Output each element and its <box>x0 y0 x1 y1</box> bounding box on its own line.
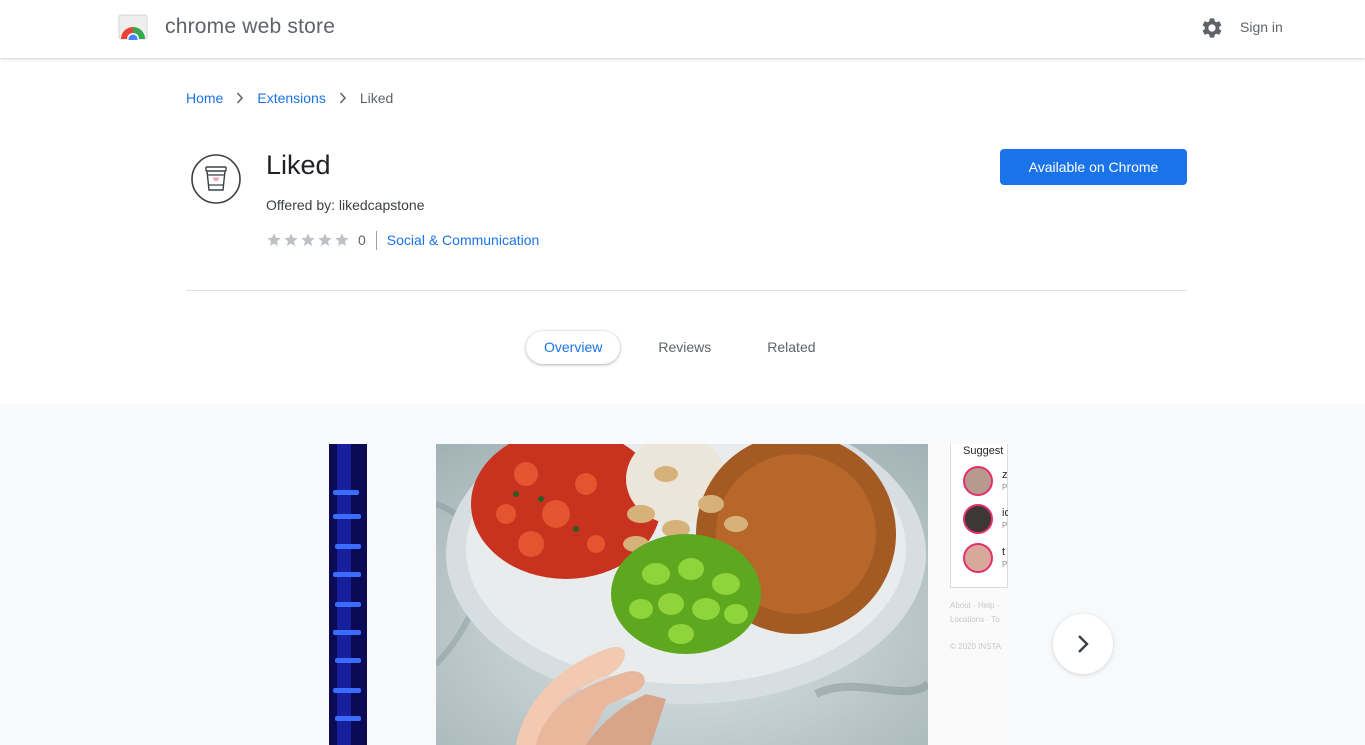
main-screenshot[interactable] <box>436 444 928 745</box>
tab-overview[interactable]: Overview <box>526 331 621 364</box>
suggestions-title: Suggest <box>963 445 1004 457</box>
star-empty-icon[interactable] <box>334 232 350 248</box>
avatar <box>963 504 993 534</box>
tab-bar: Overview Reviews Related <box>526 331 854 364</box>
star-empty-icon[interactable] <box>266 232 282 248</box>
offered-by: Offered by: likedcapstone <box>266 197 425 213</box>
star-empty-icon[interactable] <box>300 232 316 248</box>
suggested-user-name: z <box>1002 469 1008 481</box>
suggested-user-sub: P <box>1002 521 1008 530</box>
breadcrumb-home[interactable]: Home <box>186 90 223 106</box>
sign-in-link[interactable]: Sign in <box>1240 19 1283 35</box>
star-empty-icon[interactable] <box>283 232 299 248</box>
breadcrumb-extensions[interactable]: Extensions <box>257 90 325 106</box>
next-slide-button[interactable] <box>1053 614 1113 674</box>
top-bar: chrome web store Sign in <box>0 0 1365 58</box>
chevron-right-icon <box>1078 635 1089 653</box>
suggested-user: ic P <box>963 504 1008 534</box>
suggested-user: z P <box>963 466 1008 496</box>
suggested-user-sub: P <box>1002 483 1008 492</box>
suggested-user: t P <box>963 543 1008 573</box>
suggested-user-name: t <box>1002 546 1006 558</box>
chevron-right-icon <box>237 92 244 104</box>
rating-count[interactable]: 0 <box>358 232 366 248</box>
tab-reviews[interactable]: Reviews <box>640 331 729 364</box>
footer-links: Locations · To <box>950 615 1000 624</box>
avatar <box>963 466 993 496</box>
category-link[interactable]: Social & Communication <box>387 232 540 248</box>
screenshot-gallery: Suggest z P ic P t P About · Help · Loca… <box>0 404 1365 745</box>
avatar <box>963 543 993 573</box>
breadcrumb: Home Extensions Liked <box>186 90 393 106</box>
tab-related[interactable]: Related <box>749 331 833 364</box>
divider <box>375 230 377 250</box>
section-divider <box>186 290 1187 291</box>
suggested-user-sub: P <box>1002 560 1008 569</box>
suggestions-panel: Suggest z P ic P t P <box>950 444 1008 588</box>
brand-title[interactable]: chrome web store <box>165 15 335 39</box>
rating-row: 0 Social & Communication <box>266 230 540 250</box>
available-on-chrome-button[interactable]: Available on Chrome <box>1000 149 1187 185</box>
breadcrumb-current: Liked <box>359 90 394 106</box>
footer-links: About · Help · <box>950 601 1000 610</box>
previous-screenshot[interactable] <box>329 444 367 745</box>
extension-logo-icon <box>191 154 241 204</box>
suggested-user-name: ic <box>1002 507 1008 519</box>
chrome-web-store-logo[interactable] <box>118 14 148 40</box>
item-title: Liked <box>266 150 331 180</box>
next-screenshot[interactable]: Suggest z P ic P t P About · Help · Loca… <box>928 444 1008 745</box>
footer-copyright: © 2020 INSTA <box>950 642 1002 651</box>
star-empty-icon[interactable] <box>317 232 333 248</box>
gear-icon[interactable] <box>1200 16 1224 40</box>
chevron-right-icon <box>339 92 346 104</box>
